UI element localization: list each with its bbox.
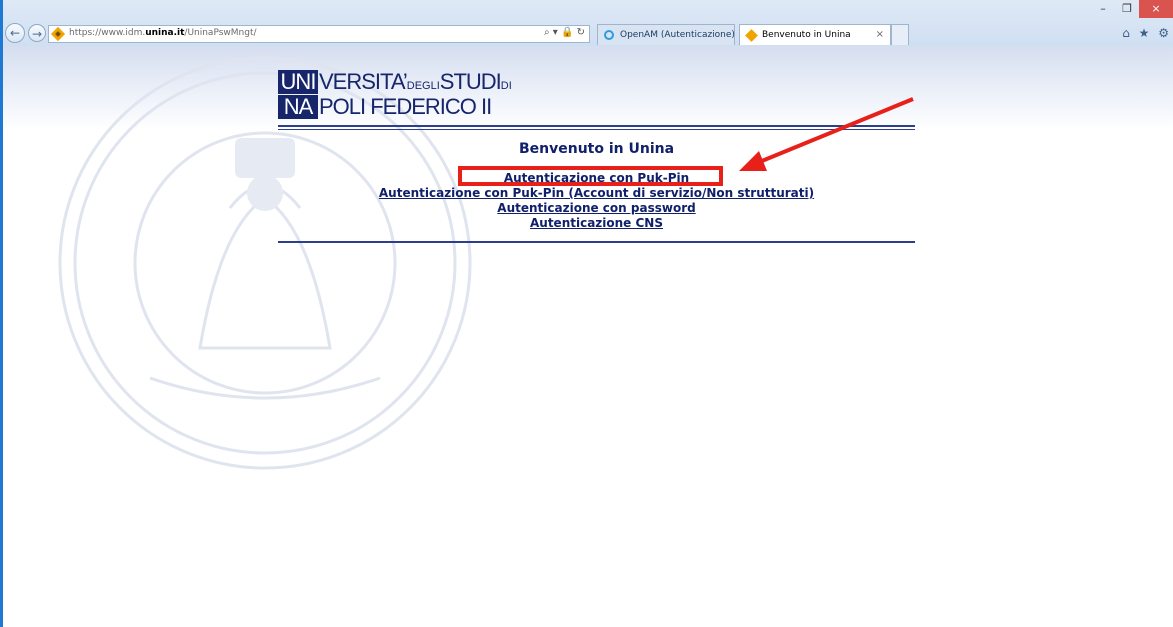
- url-prefix: https://www.idm.: [69, 28, 146, 38]
- settings-gear-icon[interactable]: ⚙: [1158, 26, 1169, 40]
- restore-button[interactable]: ❐: [1115, 0, 1139, 18]
- browser-chrome: ← → https://www.idm.unina.it/UninaPswMng…: [3, 0, 1173, 46]
- favorites-star-icon[interactable]: ★: [1139, 26, 1150, 40]
- browser-tools: ⌂ ★ ⚙: [1117, 26, 1169, 40]
- logo-line-2: POLI FEDERICO II: [319, 94, 492, 119]
- address-bar[interactable]: https://www.idm.unina.it/UninaPswMngt/ ⌕…: [48, 25, 590, 43]
- logo-text: VERSITA’: [319, 69, 408, 94]
- window-controls: – ❐ ×: [1091, 0, 1173, 18]
- back-button[interactable]: ←: [5, 23, 25, 43]
- tab-label: OpenAM (Autenticazione): [620, 30, 735, 40]
- minimize-button[interactable]: –: [1091, 0, 1115, 18]
- link-auth-password[interactable]: Autenticazione con password: [278, 201, 915, 216]
- forward-button[interactable]: →: [28, 24, 46, 42]
- home-icon[interactable]: ⌂: [1122, 26, 1130, 40]
- annotation-highlight-box: [458, 166, 723, 186]
- site-favicon-icon: [50, 26, 66, 42]
- tab-openam[interactable]: OpenAM (Autenticazione): [597, 24, 735, 45]
- url-host: unina.it: [145, 28, 185, 38]
- link-auth-cns[interactable]: Autenticazione CNS: [278, 216, 915, 231]
- logo-small-text: DI: [500, 80, 512, 92]
- annotation-arrow-icon: [739, 97, 914, 171]
- link-auth-puk-pin-service-account[interactable]: Autenticazione con Puk-Pin (Account di s…: [278, 186, 915, 201]
- new-tab-button[interactable]: [891, 24, 909, 45]
- logo-text: STUDI: [439, 69, 502, 94]
- university-logo: UNI VERSITA’DEGLISTUDIDI NA POLI FEDERIC…: [278, 68, 558, 120]
- logo-small-text: DEGLI: [406, 80, 440, 92]
- close-window-button[interactable]: ×: [1139, 0, 1173, 18]
- address-tools-icons[interactable]: ⌕ ▾ 🔒 ↻: [544, 27, 585, 38]
- logo-box-na: NA: [278, 95, 318, 119]
- site-favicon-icon: [745, 29, 758, 42]
- tab-benvenuto[interactable]: Benvenuto in Unina ×: [739, 24, 891, 45]
- url-path: /UninaPswMngt/: [184, 28, 257, 38]
- logo-box-uni: UNI: [278, 70, 318, 94]
- tab-label: Benvenuto in Unina: [762, 30, 851, 40]
- footer-divider: [278, 241, 915, 243]
- ie-icon: [604, 30, 614, 40]
- url-text[interactable]: https://www.idm.unina.it/UninaPswMngt/: [69, 28, 257, 38]
- close-tab-icon[interactable]: ×: [876, 25, 884, 45]
